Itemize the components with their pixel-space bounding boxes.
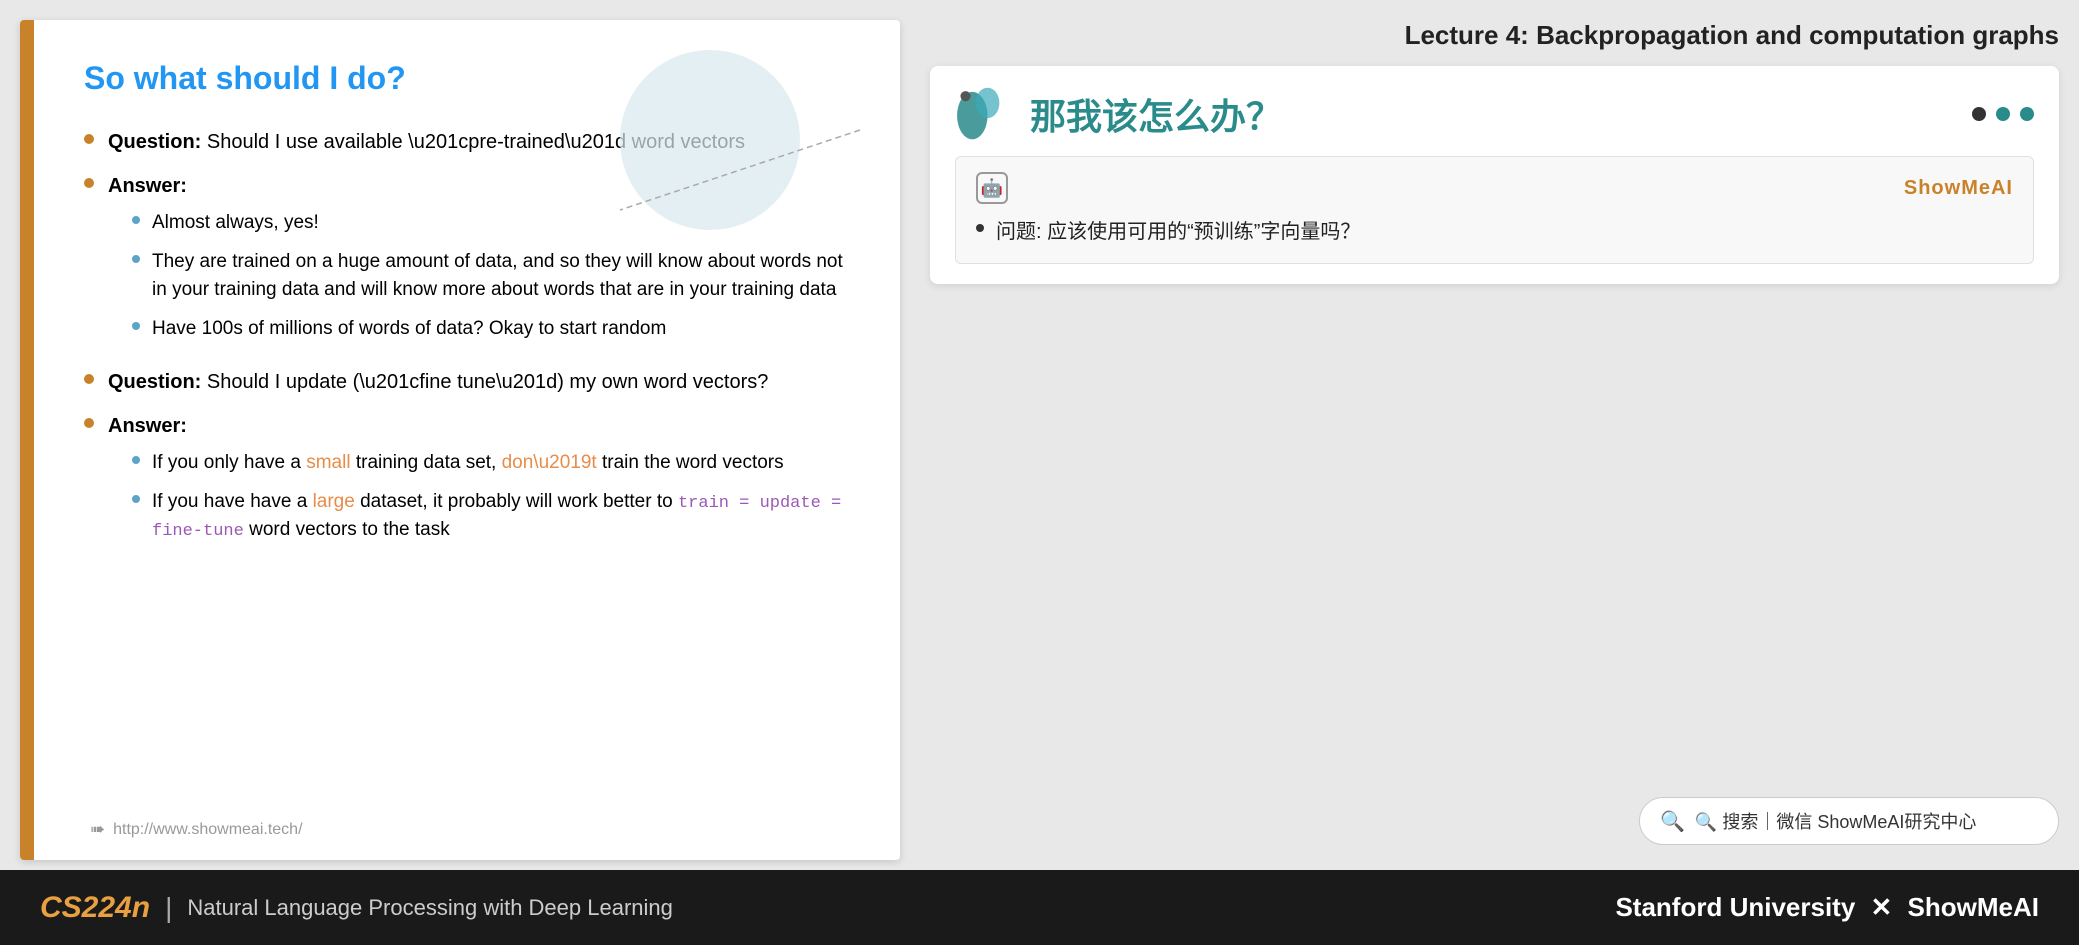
list-item: Answer: If you only have a small trainin… [84, 411, 850, 555]
sub-text: Have 100s of millions of words of data? … [152, 315, 666, 344]
translation-header: 那我该怎么办？ [955, 86, 2034, 141]
bold-label: Question: [108, 131, 201, 153]
translation-content-text: 问题: 应该使用可用的“预训练”字向量吗？ [996, 216, 1360, 248]
x-mark: ✕ [1871, 892, 1900, 922]
sub-bullet [132, 456, 140, 464]
search-box[interactable]: 🔍 🔍 搜索｜微信 ShowMeAI研究中心 [1639, 797, 2059, 845]
showmeai-text: ShowMeAI [1908, 892, 2039, 922]
robot-icon: 🤖 [976, 172, 1008, 204]
dot-dark [1972, 107, 1986, 121]
footer-url: http://www.showmeai.tech/ [113, 821, 302, 839]
right-panel: Lecture 4: Backpropagation and computati… [920, 0, 2079, 870]
search-icon: 🔍 [1660, 809, 1685, 834]
lecture-header: Lecture 4: Backpropagation and computati… [930, 10, 2059, 66]
question-text: Should I update (\u201cfine tune\u201d) … [207, 371, 768, 393]
wave-icon [955, 86, 1015, 141]
sub-list: Almost always, yes! They are trained on … [132, 209, 850, 343]
list-item: If you have have a large dataset, it pro… [132, 488, 850, 545]
divider: | [165, 892, 172, 924]
bullet-dot [84, 178, 94, 188]
bullet-dot [84, 374, 94, 384]
bottom-left: CS224n | Natural Language Processing wit… [40, 891, 673, 925]
sub-text: They are trained on a huge amount of dat… [152, 248, 850, 305]
stanford-text: Stanford University [1615, 892, 1855, 922]
dashed-line [590, 120, 870, 220]
content-area: So what should I do? Question: Should I … [0, 0, 2079, 870]
bottom-bar: CS224n | Natural Language Processing wit… [0, 870, 2079, 945]
robot-emoji: 🤖 [981, 178, 1003, 199]
colored-text: don\u2019t [502, 452, 597, 473]
translation-bullet: 问题: 应该使用可用的“预训练”字向量吗？ [976, 216, 2013, 248]
showmeai-brand: ShowMeAI [1904, 177, 2013, 200]
list-item: They are trained on a huge amount of dat… [132, 248, 850, 305]
bold-label: Answer: [108, 415, 187, 437]
cursor-icon: ➠ [90, 819, 105, 840]
sub-text: If you only have a small training data s… [152, 449, 784, 478]
bullet-dot [84, 134, 94, 144]
bullet-text: Question: Should I update (\u201cfine tu… [108, 367, 768, 397]
colored-text: small [306, 452, 350, 473]
sub-bullet [132, 322, 140, 330]
bullet-dot [84, 418, 94, 428]
sub-bullet [132, 495, 140, 503]
cs224n-label: CS224n [40, 891, 150, 925]
translation-title: 那我该怎么办？ [1030, 88, 1282, 140]
showmeai-box-header: 🤖 ShowMeAI [976, 172, 2013, 204]
slide-footer: ➠ http://www.showmeai.tech/ [90, 819, 303, 840]
main-container: So what should I do? Question: Should I … [0, 0, 2079, 945]
list-item: If you only have a small training data s… [132, 449, 850, 478]
dots-right [1972, 107, 2034, 121]
list-item: Question: Should I update (\u201cfine tu… [84, 367, 850, 397]
sub-text: If you have have a large dataset, it pro… [152, 488, 850, 545]
sub-list: If you only have a small training data s… [132, 449, 850, 545]
translation-bullet-dot [976, 224, 984, 232]
bullet-text: Answer: If you only have a small trainin… [108, 411, 850, 555]
slide-left-bar [20, 20, 34, 860]
colored-text: large [313, 491, 355, 512]
sub-bullet [132, 255, 140, 263]
sub-bullet [132, 216, 140, 224]
translation-content-box: 🤖 ShowMeAI 问题: 应该使用可用的“预训练”字向量吗？ [955, 156, 2034, 264]
bottom-right: Stanford University ✕ ShowMeAI [1615, 892, 2039, 923]
translation-card: 那我该怎么办？ 🤖 ShowMeAI [930, 66, 2059, 284]
sub-text: Almost always, yes! [152, 209, 319, 238]
bottom-subtitle: Natural Language Processing with Deep Le… [187, 895, 673, 921]
slide-panel: So what should I do? Question: Should I … [20, 20, 900, 860]
bold-label: Answer: [108, 175, 187, 197]
dot-teal [1996, 107, 2010, 121]
dot-teal [2020, 107, 2034, 121]
list-item: Have 100s of millions of words of data? … [132, 315, 850, 344]
bold-label: Question: [108, 371, 201, 393]
search-text: 🔍 搜索｜微信 ShowMeAI研究中心 [1695, 808, 1976, 834]
code-text: train = update = fine-tune [152, 494, 841, 542]
